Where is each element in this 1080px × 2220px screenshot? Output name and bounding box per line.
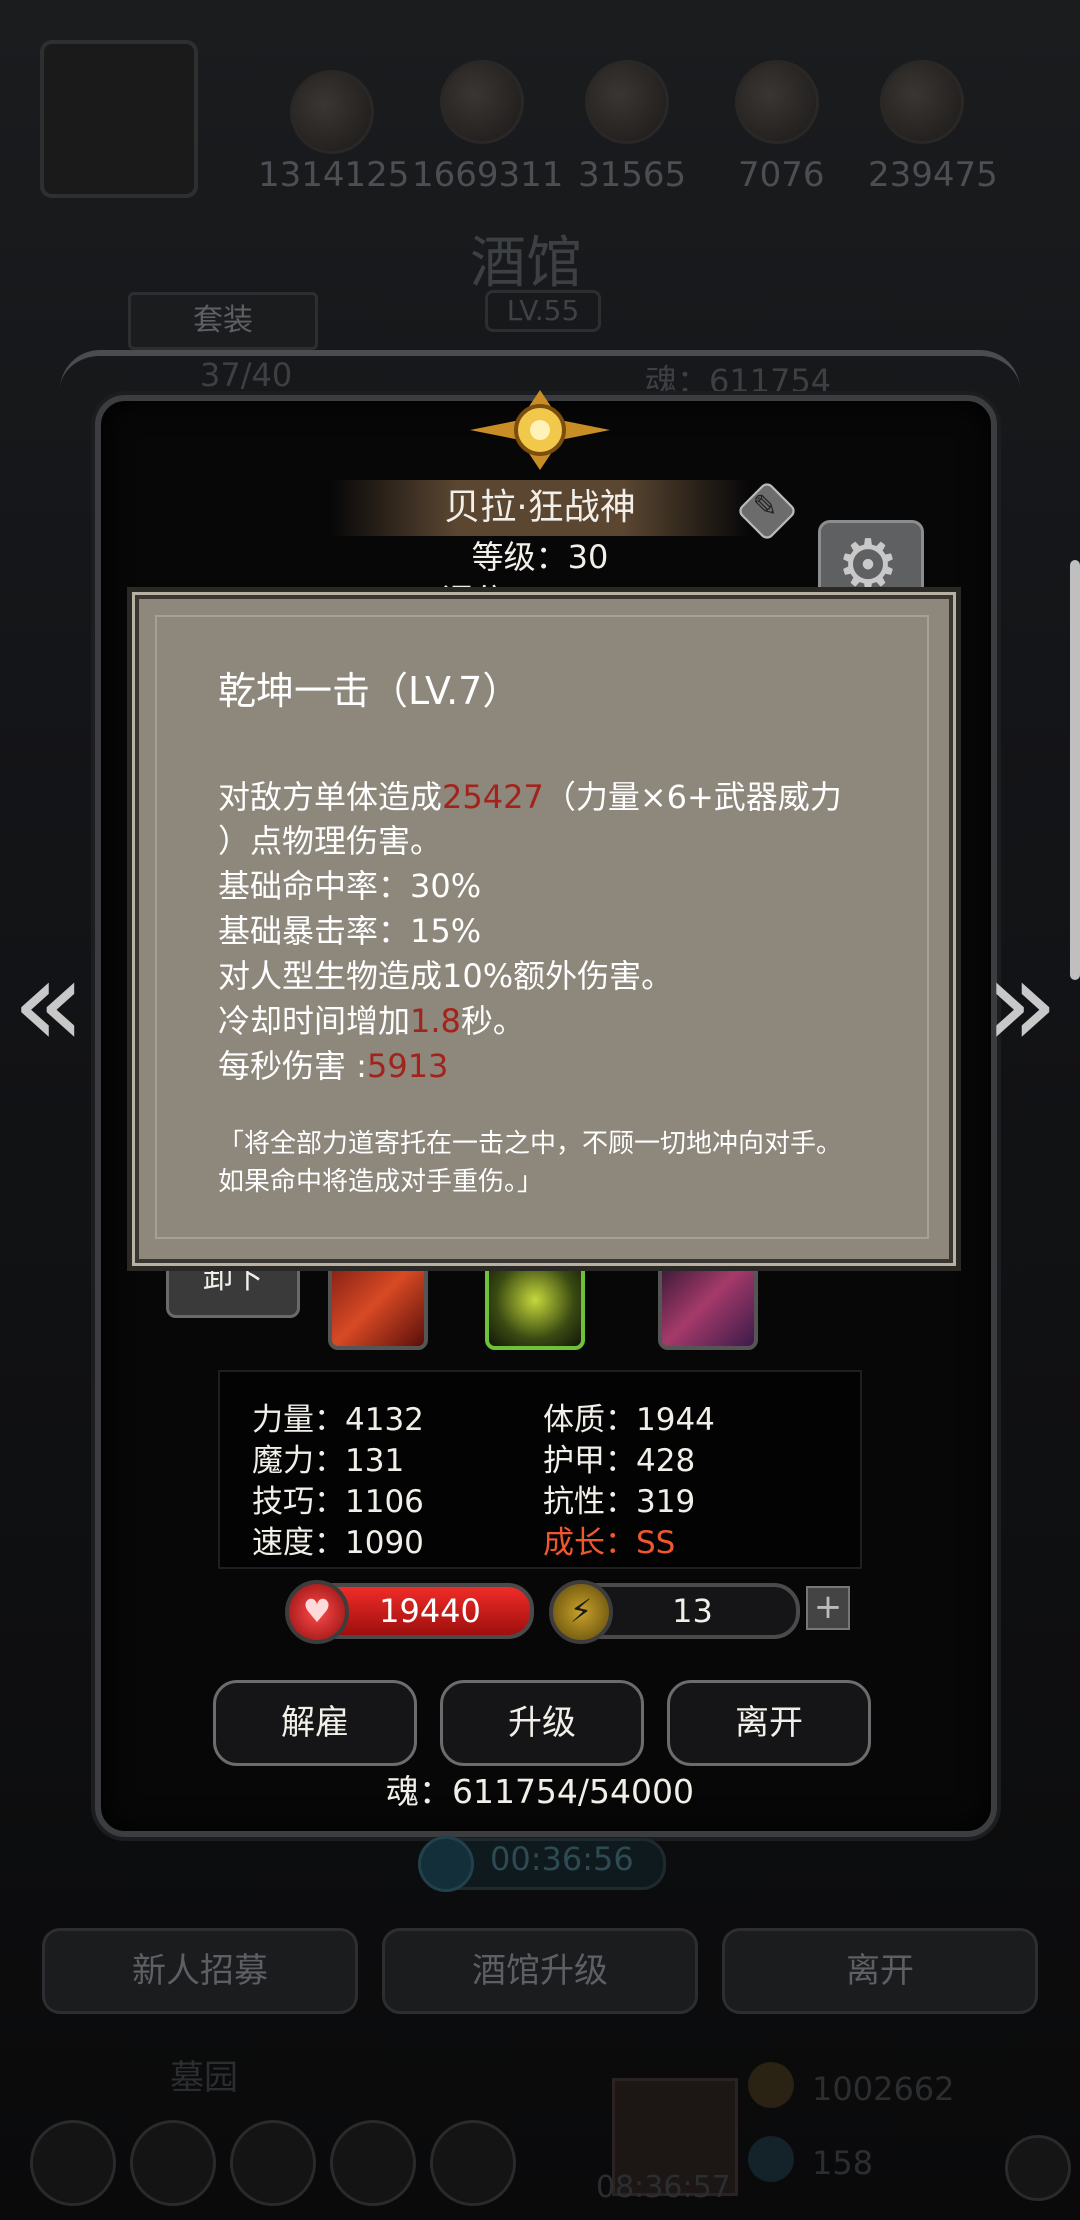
skill-flavor-text: 「将全部力道寄托在一击之中，不顾一切地冲向对手。 如果命中将造成对手重伤。」: [218, 1125, 918, 1201]
resource-icon-3: [585, 60, 669, 144]
skill-slot-1[interactable]: [328, 1250, 428, 1350]
skill-cooldown-text: 冷却时间增加: [218, 1002, 411, 1040]
recruit-button[interactable]: 新人招募: [42, 1928, 358, 2014]
pencil-icon: ✎: [752, 489, 778, 524]
tavern-title: 酒馆: [470, 231, 582, 296]
skill-crit-rate: 基础暴击率：15%: [218, 912, 482, 950]
server-clock: 08:36:57: [596, 2170, 731, 2205]
stat-resistance: 抗性：319: [543, 1484, 696, 1520]
gold-icon: [748, 2062, 794, 2108]
hero-level: 等级：30: [471, 538, 609, 576]
skill-flavor-line-1: 「将全部力道寄托在一击之中，不顾一切地冲向对手。: [218, 1129, 843, 1159]
skill-cooldown: 冷却时间增加1.8秒。: [218, 996, 525, 1042]
skill-desc-text: 对敌方单体造成: [218, 778, 443, 816]
emblem-icon: [470, 390, 610, 470]
graveyard-label[interactable]: 墓园: [170, 2050, 238, 2099]
skill-dps-label: 每秒伤害 :: [218, 1047, 367, 1085]
suit-tab[interactable]: 套装: [128, 292, 318, 350]
stat-strength: 力量：4132: [252, 1402, 424, 1438]
scrollbar[interactable]: [1070, 560, 1080, 980]
resource-icon-5: [880, 60, 964, 144]
skill-slot-3[interactable]: [658, 1250, 758, 1350]
menu-icon-1[interactable]: [30, 2120, 116, 2206]
skill-flavor-line-2: 如果命中将造成对手重伤。」: [218, 1167, 544, 1197]
tavern-level: LV.55: [485, 290, 601, 332]
menu-icon-3[interactable]: [230, 2120, 316, 2206]
resource-icon-2: [440, 60, 524, 144]
energy-value: 13: [672, 1592, 713, 1630]
skill-cooldown-unit: 秒。: [460, 1002, 525, 1040]
hero-name: 贝拉·狂战神: [444, 487, 636, 528]
soul-summary: 魂：611754/54000: [385, 1772, 695, 1811]
skill-desc-line-1: 对敌方单体造成25427（力量×6+武器威力: [218, 772, 842, 818]
menu-icon-2[interactable]: [130, 2120, 216, 2206]
resource-value-5: 239475: [868, 155, 998, 195]
leave-button[interactable]: 离开: [667, 1680, 871, 1766]
stat-armor: 护甲：428: [543, 1443, 696, 1479]
resource-icon-4: [735, 60, 819, 144]
recruit-timer: 00:36:56: [490, 1840, 634, 1878]
next-hero-arrow-icon[interactable]: »: [985, 945, 1058, 1065]
stat-magic: 魔力：131: [252, 1443, 405, 1479]
skill-dps: 每秒伤害 :5913: [218, 1041, 448, 1087]
bottom-leave-button[interactable]: 离开: [722, 1928, 1038, 2014]
stat-skill: 技巧：1106: [252, 1484, 424, 1520]
add-icon[interactable]: [1005, 2135, 1071, 2201]
skill-damage-value: 25427: [442, 778, 544, 816]
dismiss-button[interactable]: 解雇: [213, 1680, 417, 1766]
skill-desc-line-2: ）点物理伤害。: [218, 822, 443, 860]
clock-icon: [418, 1836, 474, 1892]
tavern-upgrade-button[interactable]: 酒馆升级: [382, 1928, 698, 2014]
upgrade-button[interactable]: 升级: [440, 1680, 644, 1766]
skill-title: 乾坤一击（LV.7）: [218, 669, 521, 713]
skill-dps-value: 5913: [366, 1047, 449, 1085]
menu-icon-5[interactable]: [430, 2120, 516, 2206]
resource-value-3: 31565: [578, 155, 687, 195]
skill-cooldown-value: 1.8: [410, 1002, 461, 1040]
stat-speed: 速度：1090: [252, 1525, 424, 1561]
player-avatar[interactable]: [40, 40, 198, 198]
menu-icon-4[interactable]: [330, 2120, 416, 2206]
skill-slot-2-selected[interactable]: [485, 1250, 585, 1350]
skill-bonus-damage: 对人型生物造成10%额外伤害。: [218, 957, 674, 995]
resource-value-2: 1669311: [412, 155, 564, 195]
gem-icon: [748, 2136, 794, 2182]
add-energy-button[interactable]: +: [806, 1586, 850, 1630]
stat-constitution: 体质：1944: [543, 1402, 715, 1438]
skill-formula-text: （力量×6+武器威力: [543, 778, 842, 816]
gold-value: 1002662: [812, 2070, 955, 2108]
gem-value: 158: [812, 2144, 874, 2182]
resource-icon-1: [290, 70, 374, 154]
stat-growth: 成长：SS: [543, 1525, 676, 1561]
prev-hero-arrow-icon[interactable]: «: [12, 945, 85, 1065]
hp-value: 19440: [379, 1592, 481, 1630]
resource-value-1: 1314125: [258, 155, 410, 195]
skill-hit-rate: 基础命中率：30%: [218, 867, 482, 905]
resource-value-4: 7076: [738, 155, 825, 195]
